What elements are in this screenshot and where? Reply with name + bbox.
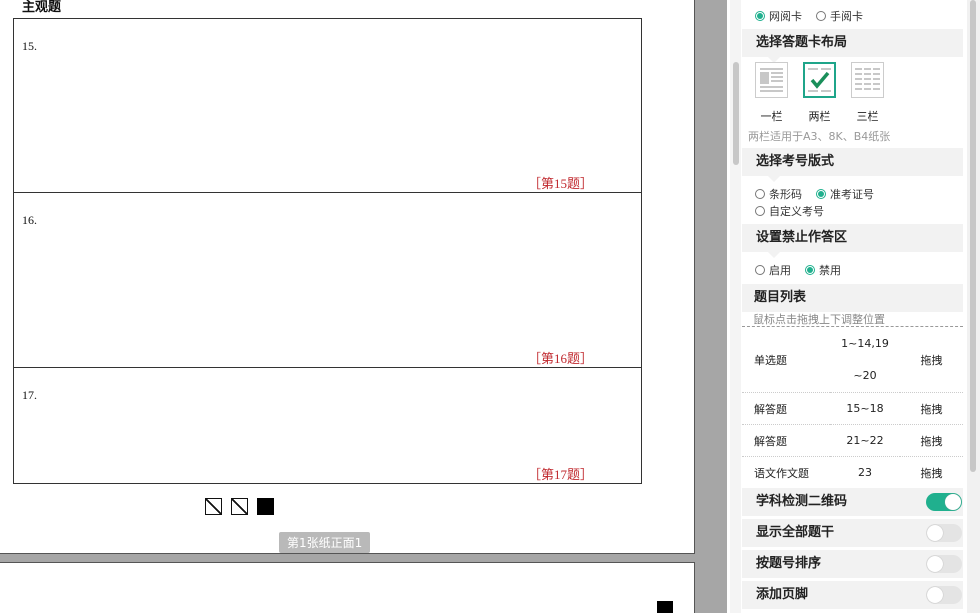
- radio-dot: [805, 265, 815, 275]
- forbidden-zone-options: 启用 禁用: [755, 262, 855, 278]
- panel-scrollbar-thumb[interactable]: [970, 0, 976, 472]
- page-marks: [205, 498, 274, 515]
- question-number: 16.: [22, 213, 37, 227]
- answer-sheet-page-1: 主观题 15. ［第15题］ 16. ［第16题］ 17. ［第17题］ 第1张…: [0, 0, 695, 554]
- drag-handle[interactable]: 拖拽: [900, 328, 963, 393]
- layout-option-one-column[interactable]: 一栏: [755, 62, 788, 124]
- radio-web-card[interactable]: 网阅卡: [755, 8, 802, 24]
- radio-hand-card[interactable]: 手阅卡: [816, 8, 863, 24]
- card-type-options: 网阅卡 手阅卡: [755, 8, 877, 24]
- radio-dot: [755, 265, 765, 275]
- toggle-row-sort-by-number: 按题号排序: [742, 550, 963, 578]
- question-list-hint: 鼠标点击拖拽上下调整位置: [742, 312, 963, 327]
- drag-handle[interactable]: 拖拽: [900, 424, 963, 457]
- forbidden-zone-section-header: 设置禁止作答区: [742, 224, 963, 258]
- question-list-header: 题目列表: [742, 284, 963, 312]
- solid-mark-icon: [257, 498, 274, 515]
- list-item[interactable]: 解答题 15~18 拖拽: [742, 392, 963, 425]
- toggle-switch[interactable]: [926, 493, 962, 511]
- question-box-16[interactable]: 16. ［第16题］: [13, 192, 642, 368]
- section-title: 主观题: [22, 0, 62, 15]
- question-box-17[interactable]: 17. ［第17题］: [13, 367, 642, 484]
- drag-handle[interactable]: 拖拽: [900, 456, 963, 489]
- question-list-table: 单选题 1~14,19~20 拖拽 解答题 15~18 拖拽 解答题 21~22…: [742, 328, 963, 489]
- question-label: ［第17题］: [527, 467, 593, 482]
- hatched-mark-icon: [231, 498, 248, 515]
- sheet-preview-area: 主观题 15. ［第15题］ 16. ［第16题］ 17. ［第17题］ 第1张…: [0, 0, 727, 613]
- question-label: ［第16题］: [527, 351, 593, 366]
- list-item[interactable]: 单选题 1~14,19~20 拖拽: [742, 328, 963, 393]
- radio-dot: [755, 189, 765, 199]
- toggle-row-show-stems: 显示全部题干: [742, 519, 963, 547]
- preview-scrollbar[interactable]: [730, 0, 741, 613]
- radio-dot: [755, 206, 765, 216]
- radio-dot: [816, 189, 826, 199]
- panel-scrollbar[interactable]: [967, 0, 980, 613]
- layout-option-three-column[interactable]: 三栏: [851, 62, 884, 124]
- radio-disable[interactable]: 禁用: [805, 262, 841, 278]
- toggle-row-add-footer: 添加页脚: [742, 581, 963, 609]
- radio-enable[interactable]: 启用: [755, 262, 791, 278]
- radio-dot: [816, 11, 826, 21]
- settings-panel: 网阅卡 手阅卡 选择答题卡布局 一栏 两栏 三栏 两栏适用于A3、8K、B4纸张…: [741, 0, 967, 613]
- exam-number-options-2: 自定义考号: [755, 203, 838, 219]
- layout-note: 两栏适用于A3、8K、B4纸张: [748, 130, 891, 143]
- radio-barcode[interactable]: 条形码: [755, 186, 802, 202]
- question-number: 15.: [22, 39, 37, 53]
- radio-dot: [755, 11, 765, 21]
- preview-scrollbar-thumb[interactable]: [733, 62, 739, 165]
- hatched-mark-icon: [205, 498, 222, 515]
- three-column-layout-icon: [851, 62, 884, 98]
- one-column-layout-icon: [755, 62, 788, 98]
- question-number: 17.: [22, 388, 37, 402]
- answer-sheet-page-2: [0, 562, 695, 613]
- list-item[interactable]: 解答题 21~22 拖拽: [742, 424, 963, 457]
- drag-handle[interactable]: 拖拽: [900, 392, 963, 425]
- toggle-switch[interactable]: [926, 586, 962, 604]
- layout-option-two-column[interactable]: 两栏: [803, 62, 836, 124]
- solid-mark-icon: [657, 601, 673, 613]
- layout-options: 一栏 两栏 三栏: [755, 62, 884, 124]
- radio-custom-number[interactable]: 自定义考号: [755, 203, 824, 219]
- exam-number-options: 条形码 准考证号: [755, 186, 888, 202]
- exam-number-section-header: 选择考号版式: [742, 148, 963, 182]
- question-box-15[interactable]: 15. ［第15题］: [13, 18, 642, 193]
- page-badge: 第1张纸正面1: [279, 532, 371, 553]
- list-item[interactable]: 语文作文题 23 拖拽: [742, 456, 963, 489]
- toggle-switch[interactable]: [926, 555, 962, 573]
- toggle-row-qr-code: 学科检测二维码: [742, 488, 963, 516]
- question-label: ［第15题］: [527, 176, 593, 191]
- radio-admission-number[interactable]: 准考证号: [816, 186, 874, 202]
- toggle-switch[interactable]: [926, 524, 962, 542]
- layout-section-header: 选择答题卡布局: [742, 29, 963, 63]
- two-column-layout-icon: [803, 62, 836, 98]
